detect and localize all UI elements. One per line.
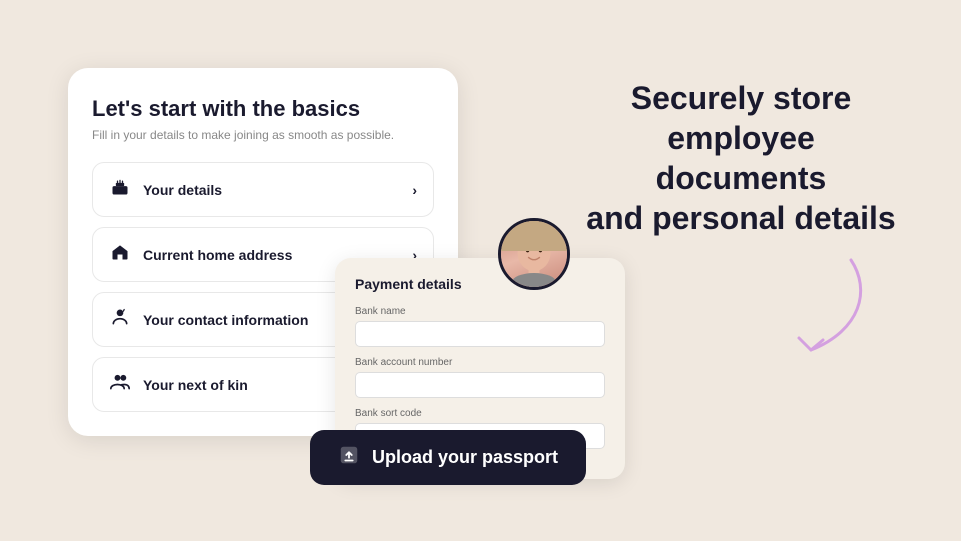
- payment-card-title: Payment details: [355, 276, 605, 292]
- menu-item-label-your-details: Your details: [143, 182, 222, 198]
- home-icon: [109, 242, 131, 267]
- bank-sort-label: Bank sort code: [355, 408, 605, 419]
- hero-text-line2: employee documents: [656, 120, 827, 196]
- upload-passport-button[interactable]: Upload your passport: [310, 430, 586, 485]
- menu-item-label-contact-info: Your contact information: [143, 312, 308, 328]
- decorative-arrow: [721, 240, 881, 370]
- menu-item-label-next-of-kin: Your next of kin: [143, 377, 248, 393]
- people-icon: [109, 372, 131, 397]
- main-card-subtitle: Fill in your details to make joining as …: [92, 128, 434, 142]
- menu-item-your-details[interactable]: Your details ›: [92, 162, 434, 217]
- person-icon: [109, 307, 131, 332]
- bank-account-input[interactable]: [355, 372, 605, 398]
- hero-text-line1: Securely store: [631, 80, 852, 116]
- avatar-face: [501, 221, 567, 287]
- menu-item-left: Your next of kin: [109, 372, 248, 397]
- hero-text: Securely store employee documents and pe…: [581, 78, 901, 238]
- avatar: [498, 218, 570, 290]
- menu-item-left: Your contact information: [109, 307, 308, 332]
- birthday-cake-icon: [109, 177, 131, 202]
- bank-account-field: Bank account number: [355, 357, 605, 398]
- upload-icon: [338, 444, 360, 471]
- hero-text-line3: and personal details: [586, 200, 895, 236]
- menu-item-left: Current home address: [109, 242, 292, 267]
- menu-item-label-home-address: Current home address: [143, 247, 292, 263]
- bank-account-label: Bank account number: [355, 357, 605, 368]
- menu-item-left: Your details: [109, 177, 222, 202]
- upload-label: Upload your passport: [372, 447, 558, 468]
- chevron-right-icon: ›: [412, 182, 417, 198]
- bank-name-input[interactable]: [355, 321, 605, 347]
- main-card-title: Let's start with the basics: [92, 96, 434, 122]
- bank-name-label: Bank name: [355, 306, 605, 317]
- bank-name-field: Bank name: [355, 306, 605, 347]
